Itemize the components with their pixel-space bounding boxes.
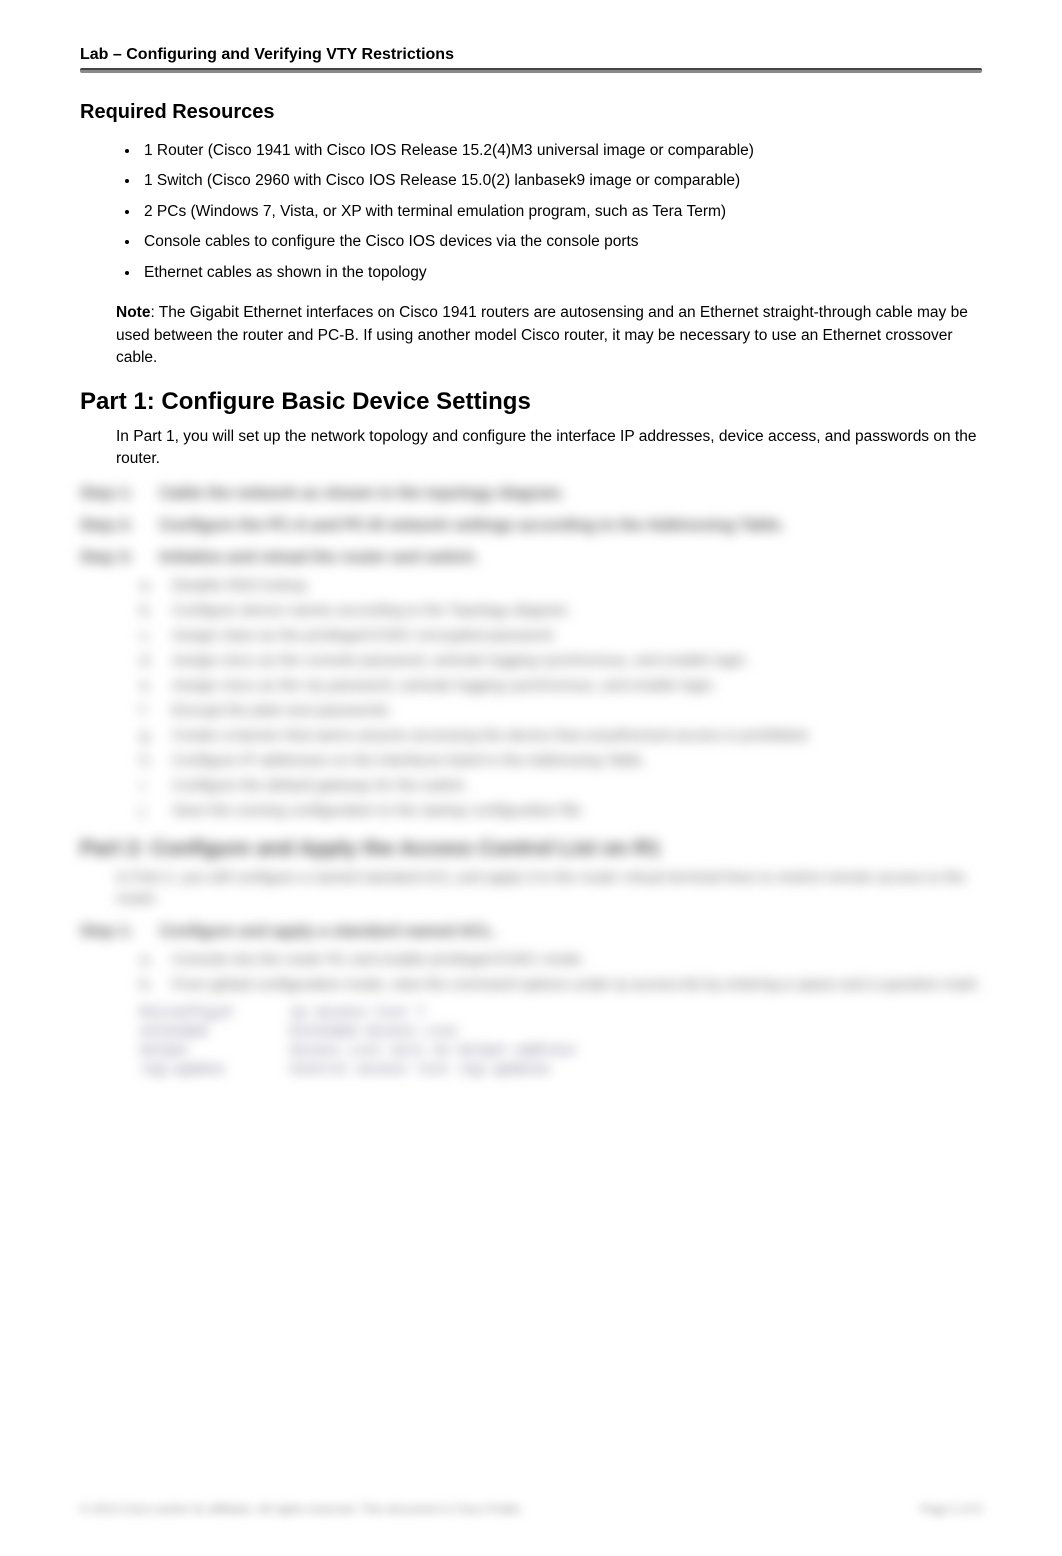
cli-prompt: log-update: [140, 1062, 250, 1078]
note-paragraph: Note: The Gigabit Ethernet interfaces on…: [116, 302, 982, 369]
step-label: Step 1:: [80, 923, 133, 941]
step-row: Step 2: Configure the PC-A and PC-B netw…: [80, 517, 982, 535]
part2-body: In Part 2, you will configure a named st…: [116, 867, 982, 909]
sub-letter: e.: [140, 677, 154, 694]
sub-text: Console into the router R1 and enable pr…: [172, 951, 585, 968]
sub-letter: a.: [140, 577, 154, 594]
sub-item: h. Configure IP addresses on the interfac…: [140, 752, 982, 769]
cli-text: Access List acts on helper-address: [290, 1043, 576, 1059]
note-body: : The Gigabit Ethernet interfaces on Cis…: [116, 304, 968, 366]
header-divider: [80, 68, 982, 73]
sub-letter: b.: [140, 976, 154, 993]
step-label: Step 2:: [80, 517, 133, 535]
list-item: 1 Switch (Cisco 2960 with Cisco IOS Rele…: [140, 166, 982, 196]
cli-prompt: R1(config)#: [140, 1005, 250, 1021]
sub-text: Encrypt the plain text passwords.: [172, 702, 392, 719]
sub-item: b. From global configuration mode, view t…: [140, 976, 982, 993]
sub-list: a. Console into the router R1 and enable …: [140, 951, 982, 993]
step-text: Configure and apply a standard named ACL…: [159, 923, 496, 941]
cli-row: log-update Control access list log update…: [140, 1062, 982, 1078]
note-label: Note: [116, 304, 150, 321]
sub-text: From global configuration mode, view the…: [172, 976, 981, 993]
blurred-content: Step 1: Cable the network as shown in th…: [80, 485, 982, 1078]
step-text: Initialize and reload the router and swi…: [159, 549, 478, 567]
part1-heading: Part 1: Configure Basic Device Settings: [80, 388, 982, 416]
sub-letter: h.: [140, 752, 154, 769]
step-label: Step 1:: [80, 485, 133, 503]
cli-row: extended Extended Access List: [140, 1024, 982, 1040]
step-row: Step 1: Configure and apply a standard n…: [80, 923, 982, 941]
sub-letter: b.: [140, 602, 154, 619]
sub-text: Assign class as the privileged EXEC encr…: [172, 627, 556, 644]
footer-left: © 2013 Cisco and/or its affiliates. All …: [80, 1502, 524, 1516]
cli-block: R1(config)# ip access-list ? extended Exte…: [140, 1005, 982, 1078]
sub-text: Configure IP addresses on the interfaces…: [172, 752, 646, 769]
sub-item: j. Save the running configuration to the …: [140, 802, 982, 819]
part1-body: In Part 1, you will set up the network t…: [116, 426, 982, 471]
sub-letter: d.: [140, 652, 154, 669]
list-item: Ethernet cables as shown in the topology: [140, 258, 982, 288]
cli-row: R1(config)# ip access-list ?: [140, 1005, 982, 1021]
cli-text: Control access list log updates: [290, 1062, 550, 1078]
sub-text: Disable DNS lookup.: [172, 577, 310, 594]
sub-text: Save the running configuration to the st…: [172, 802, 585, 819]
sub-item: g. Create a banner that warns anyone acce…: [140, 727, 982, 744]
cli-prompt: helper: [140, 1043, 250, 1059]
part2-heading: Part 2: Configure and Apply the Access C…: [80, 837, 982, 861]
running-header: Lab – Configuring and Verifying VTY Rest…: [80, 46, 982, 64]
footer-right: Page 2 of 6: [921, 1502, 982, 1516]
step-label: Step 3:: [80, 549, 133, 567]
sub-item: c. Assign class as the privileged EXEC en…: [140, 627, 982, 644]
sub-text: Create a banner that warns anyone access…: [172, 727, 811, 744]
sub-item: f. Encrypt the plain text passwords.: [140, 702, 982, 719]
step-row: Step 1: Cable the network as shown in th…: [80, 485, 982, 503]
resources-list: 1 Router (Cisco 1941 with Cisco IOS Rele…: [140, 136, 982, 288]
sub-letter: g.: [140, 727, 154, 744]
sub-item: i. Configure the default gateway for the …: [140, 777, 982, 794]
sub-item: e. Assign cisco as the vty password, acti…: [140, 677, 982, 694]
list-item: 1 Router (Cisco 1941 with Cisco IOS Rele…: [140, 136, 982, 166]
cli-text: Extended Access List: [290, 1024, 458, 1040]
sub-letter: j.: [140, 802, 154, 819]
sub-text: Assign cisco as the vty password, activa…: [172, 677, 716, 694]
sub-text: Configure device names according to the …: [172, 602, 571, 619]
sub-letter: a.: [140, 951, 154, 968]
sub-item: d. Assign cisco as the console password, …: [140, 652, 982, 669]
sub-letter: c.: [140, 627, 154, 644]
step-row: Step 3: Initialize and reload the router…: [80, 549, 982, 567]
list-item: Console cables to configure the Cisco IO…: [140, 227, 982, 257]
cli-text: ip access-list ?: [290, 1005, 424, 1021]
cli-prompt: extended: [140, 1024, 250, 1040]
sub-letter: i.: [140, 777, 154, 794]
sub-item: b. Configure device names according to th…: [140, 602, 982, 619]
page-footer: © 2013 Cisco and/or its affiliates. All …: [80, 1502, 982, 1516]
sub-item: a. Console into the router R1 and enable …: [140, 951, 982, 968]
list-item: 2 PCs (Windows 7, Vista, or XP with term…: [140, 197, 982, 227]
sub-list: a. Disable DNS lookup. b. Configure device…: [140, 577, 982, 819]
step-text: Cable the network as shown in the topolo…: [159, 485, 564, 503]
sub-letter: f.: [140, 702, 154, 719]
cli-row: helper Access List acts on helper-address: [140, 1043, 982, 1059]
sub-text: Assign cisco as the console password, ac…: [172, 652, 749, 669]
page-container: Lab – Configuring and Verifying VTY Rest…: [0, 0, 1062, 1556]
sub-item: a. Disable DNS lookup.: [140, 577, 982, 594]
step-text: Configure the PC-A and PC-B network sett…: [159, 517, 784, 535]
required-resources-heading: Required Resources: [80, 101, 982, 124]
sub-text: Configure the default gateway for the sw…: [172, 777, 468, 794]
